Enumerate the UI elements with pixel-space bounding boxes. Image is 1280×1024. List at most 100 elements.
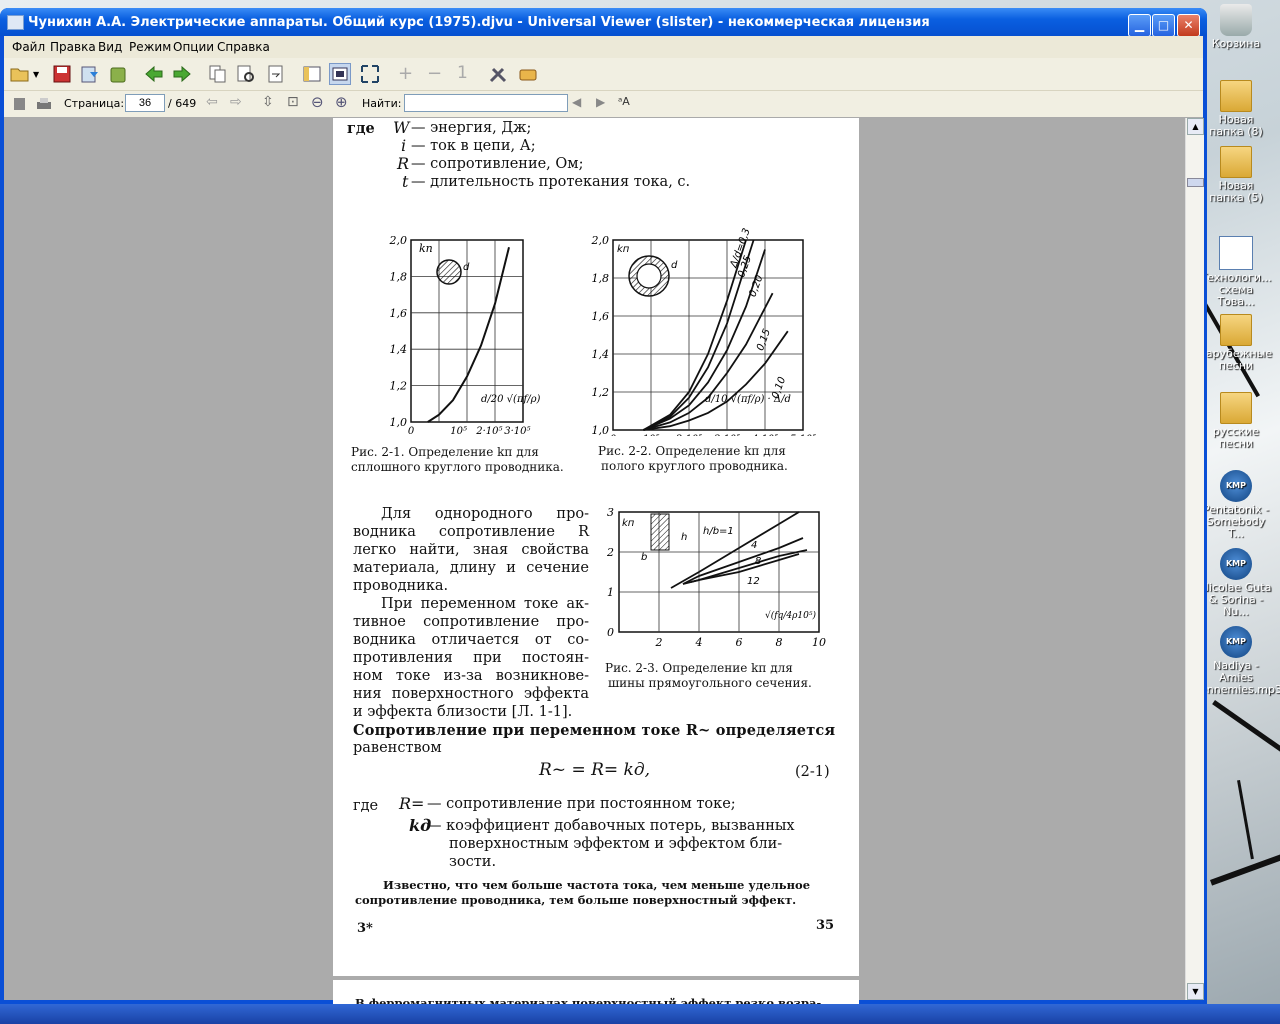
prev-page-icon[interactable]: ⇦ [206,94,218,110]
fig2-caption: Рис. 2-2. Определение kп для [598,444,786,458]
desktop-icon-label: Nadiya - Amies ennemies.mp3 [1200,659,1280,696]
x-tick-label: 0 [610,434,617,436]
page-number-input[interactable] [125,94,165,112]
actual-size-disabled-icon[interactable]: 1 [457,63,468,83]
height-label: h [681,532,687,543]
zoom-out-disabled-icon[interactable]: − [427,63,442,84]
diameter-label: d [671,260,678,271]
x-tick-label: 0 [408,426,415,434]
menu-file[interactable]: Файл [12,40,45,54]
y-tick-label: 1,0 [390,416,408,429]
menu-help[interactable]: Справка [217,40,270,54]
copy-icon[interactable] [208,64,228,84]
desktop-icon[interactable]: KMP Nicolae Guta & Sorina - Nu... [1200,548,1272,618]
paragraph-line: ния поверхностного эффекта [353,686,589,702]
x-axis-label: d/20 √(πf/ρ) [481,394,540,405]
desktop-icon[interactable]: Новая папка (5) [1200,146,1272,204]
scroll-up-icon[interactable]: ▲ [1187,118,1204,135]
menu-mode[interactable]: Режим [129,40,171,54]
kmp-icon: KMP [1220,626,1252,658]
forward-arrow-icon[interactable] [172,64,192,84]
viewer-window: Чунихин А.А. Электрические аппараты. Общ… [0,8,1207,1010]
paragraph-line: легко найти, зная свойства [353,542,589,558]
menu-view[interactable]: Вид [98,40,122,54]
close-button[interactable]: ✕ [1177,14,1200,37]
y-tick-label: 1,8 [592,272,610,285]
fit-height-icon[interactable]: ⊡ [287,94,299,110]
small-paragraph: сопротивление проводника, тем больше пов… [355,893,797,907]
find-prev-icon[interactable]: ◀ [572,95,581,109]
x-tick-label: 10⁵ [450,426,467,434]
paragraph-line: Для однородного про- [381,506,589,522]
minimize-button[interactable]: ▁ [1128,14,1151,37]
fit-page-icon[interactable] [329,63,351,85]
y-axis-label: kп [617,244,630,255]
series-label: 0,15 [755,328,773,353]
find-input[interactable] [404,94,568,112]
sidebar-panel-icon[interactable] [302,64,322,84]
scroll-down-icon[interactable]: ▼ [1187,983,1204,1000]
width-label: b [641,552,647,563]
where-word: где [353,798,379,814]
find-next-icon[interactable]: ▶ [596,95,605,109]
desktop-icon-label: Pentatonix - Somebody T... [1202,503,1270,540]
settings-tools-icon[interactable] [488,64,508,84]
x-tick-label: 6 [736,636,743,649]
def-text: — коэффициент добавочных потерь, вызванн… [427,818,795,834]
where-word: где [347,120,375,137]
y-tick-label: 0 [607,626,614,639]
document-icon [1219,236,1253,270]
document-view[interactable]: где W — энергия, Дж; i — ток в цепи, А; … [4,118,1185,1010]
paragraph-line: водника сопротивление R [353,524,589,540]
y-tick-label: 1,4 [592,348,610,361]
y-tick-label: 1,2 [390,380,408,393]
vertical-scrollbar[interactable]: ▲ ▼ [1185,118,1204,1000]
fig1-caption: сплошного круглого проводника. [351,460,564,474]
paragraph-line: и эффекта близости [Л. 1-1]. [353,704,573,720]
chart-fig-2-3: 01232 4 6 8 10kпbhh/b=14812√(fq/4ρ10⁵) [606,506,826,649]
desktop-icon[interactable]: KMP Pentatonix - Somebody T... [1200,470,1272,540]
plugin-icon[interactable] [518,64,538,84]
y-axis-label: kп [419,242,433,255]
zoom-out-icon[interactable]: ⊖ [311,93,324,111]
scroll-thumb[interactable] [1187,178,1204,187]
desktop-icon[interactable]: Корзина [1200,4,1272,50]
def-sym: i [401,136,407,155]
print-icon[interactable] [36,96,52,112]
maximize-button[interactable]: □ [1152,14,1175,37]
menu-options[interactable]: Опции [173,40,214,54]
fullscreen-icon[interactable] [360,64,380,84]
zoom-in-disabled-icon[interactable]: + [398,63,413,84]
desktop-icon[interactable]: Технологи... схема Това... [1200,236,1272,308]
menu-edit[interactable]: Правка [50,40,96,54]
series-label: 0,20 [747,274,765,299]
x-tick-label: 10 [812,636,826,649]
def-text: — энергия, Дж; [411,120,532,136]
y-tick-label: 1,4 [390,343,408,356]
reload-icon[interactable] [80,64,100,84]
zoom-in-icon[interactable]: ⊕ [335,93,348,111]
save-icon[interactable] [52,64,72,84]
desktop-icon[interactable]: Новая папка (8) [1200,80,1272,138]
open-folder-icon[interactable] [10,64,30,84]
page-icon[interactable] [12,96,28,112]
formula-number: (2-1) [795,764,830,780]
next-page-icon[interactable]: ⇨ [230,94,242,110]
x-tick-label: 10⁵ [643,434,660,436]
x-tick-label: 3·10⁵ [504,426,530,434]
fit-width-icon[interactable]: ⇳ [262,94,274,110]
find-document-icon[interactable] [236,64,256,84]
x-tick-label: 4 [695,636,703,649]
paragraph-line: материала, длину и сечение [353,560,589,576]
desktop-icon[interactable]: зарубежные песни [1200,314,1272,372]
desktop-icon[interactable]: KMP Nadiya - Amies ennemies.mp3 [1200,626,1280,696]
recycle-icon[interactable] [108,64,128,84]
back-arrow-icon[interactable] [144,64,164,84]
def-sym: R [397,154,410,173]
title-bar[interactable]: Чунихин А.А. Электрические аппараты. Общ… [0,8,1207,37]
chevron-down-icon[interactable]: ▼ [33,70,39,79]
export-icon[interactable] [266,64,286,84]
font-case-icon[interactable]: ᵃA [618,95,630,108]
desktop-icon[interactable]: русские песни [1200,392,1272,450]
y-tick-label: 3 [607,506,614,519]
